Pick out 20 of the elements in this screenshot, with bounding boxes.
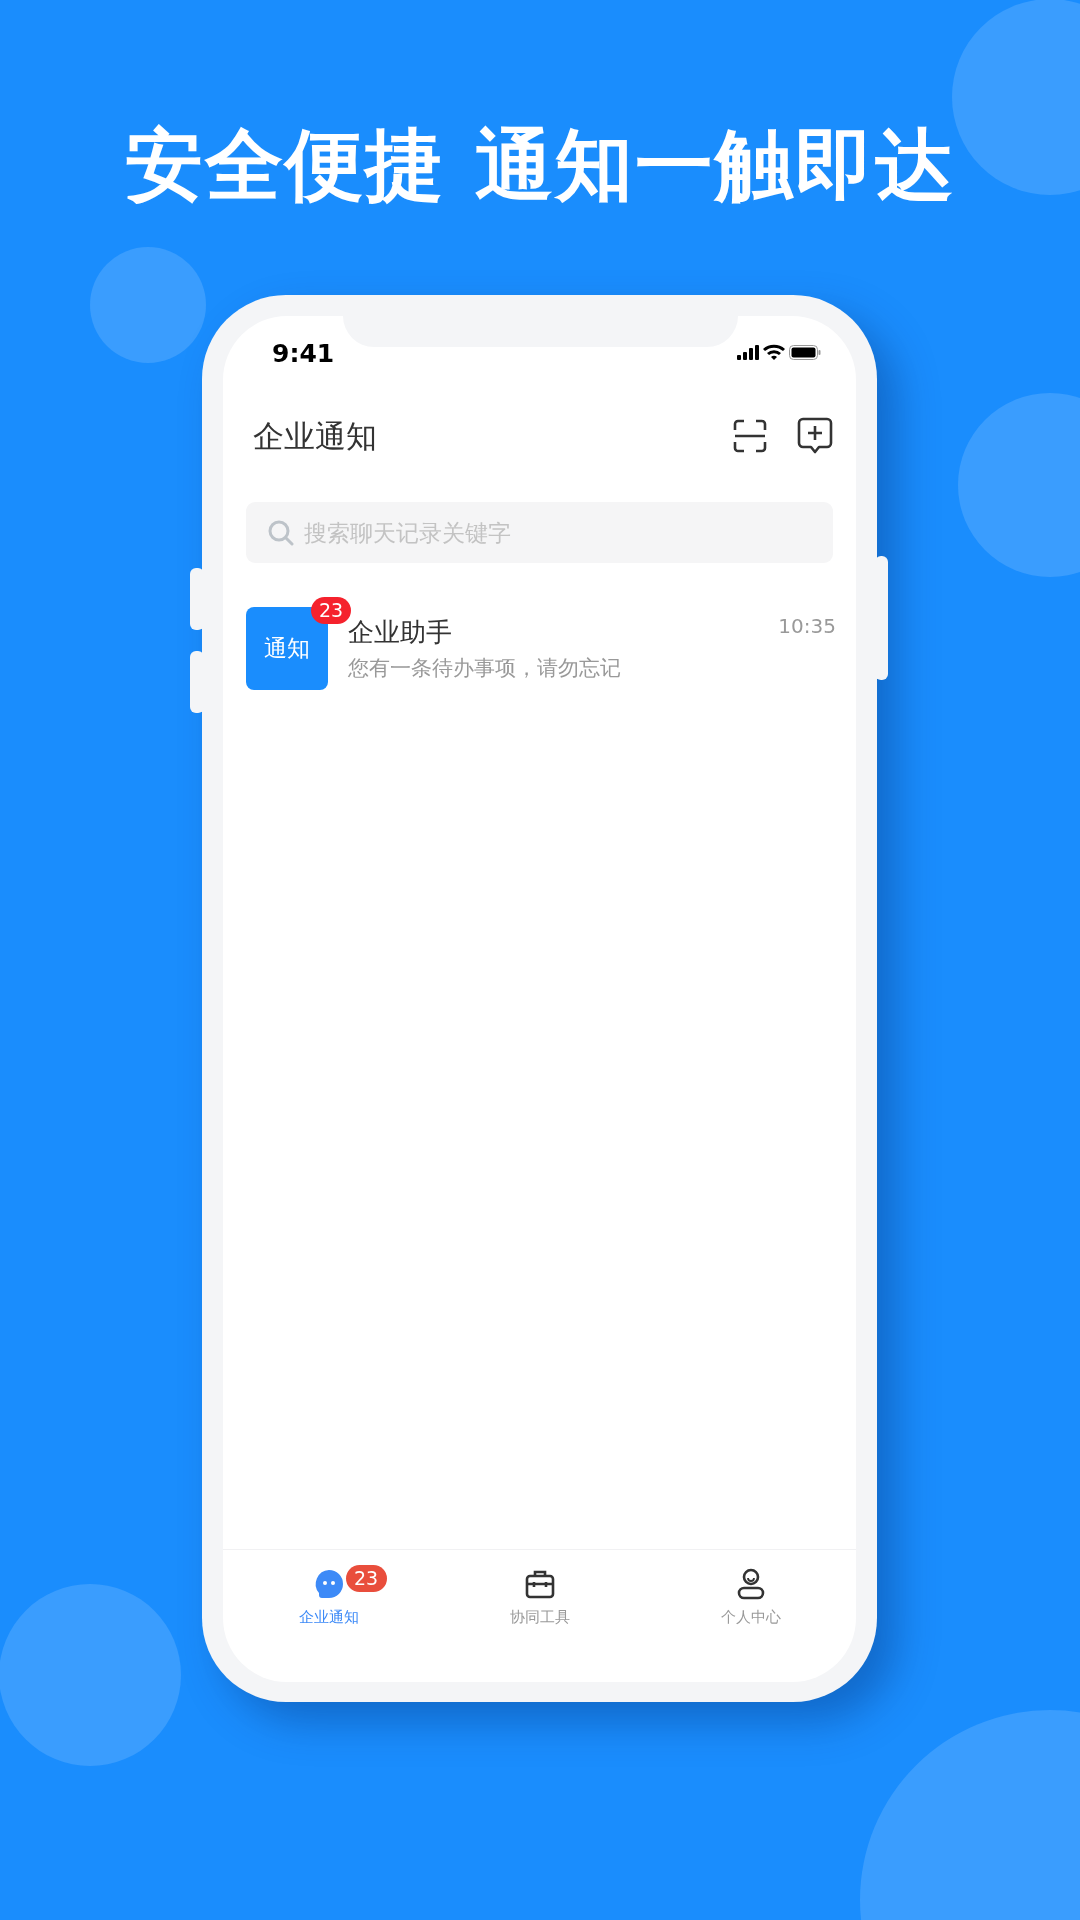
avatar-text: 通知 (264, 634, 310, 664)
unread-badge: 23 (345, 1565, 387, 1592)
search-icon (268, 520, 294, 546)
scan-icon[interactable] (733, 419, 767, 453)
status-time: 9:41 (272, 339, 335, 369)
wifi-icon (763, 344, 785, 360)
headline: 安全便捷 通知一触即达 (125, 119, 955, 212)
tab-item[interactable]: 协同工具 (434, 1568, 645, 1629)
chat-title: 企业助手 (348, 615, 453, 648)
tab-item[interactable]: 企业通知 23 (223, 1568, 434, 1629)
add-chat-icon[interactable] (797, 417, 833, 455)
page-title: 企业通知 (253, 416, 377, 456)
tab-item[interactable]: 个人中心 (645, 1568, 856, 1629)
briefcase-icon[interactable] (523, 1568, 556, 1600)
battery-icon (789, 344, 821, 360)
unread-badge: 23 (311, 597, 351, 624)
chat-time: 10:35 (778, 613, 836, 640)
chat-preview: 您有一条待办事项，请勿忘记 (348, 654, 622, 682)
chat-item[interactable]: 通知 23 企业助手 您有一条待办事项，请勿忘记 10:35 (223, 597, 856, 690)
signal-icon (737, 344, 759, 360)
